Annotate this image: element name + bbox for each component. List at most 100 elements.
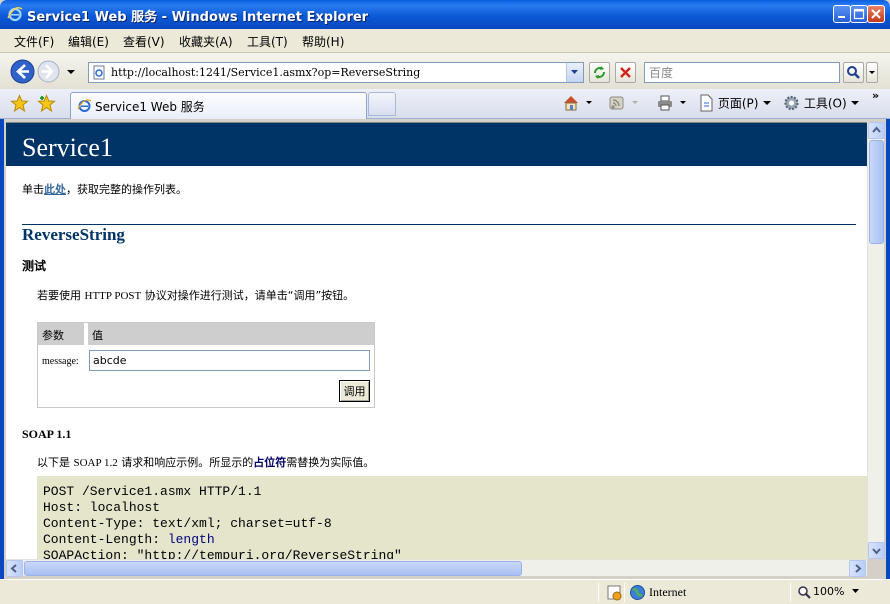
code-line: Content-Length: length (43, 532, 861, 548)
soap-desc-version: SOAP 1.2 (73, 457, 118, 469)
home-icon (564, 96, 578, 111)
protected-mode-icon[interactable] (606, 584, 623, 601)
print-icon (658, 95, 672, 111)
invoke-button[interactable]: 调用 (339, 380, 370, 402)
chevron-down-icon (571, 70, 578, 74)
new-tab-button[interactable] (368, 92, 396, 116)
test-heading: 测试 (22, 259, 47, 273)
feeds-icon (609, 96, 624, 110)
refresh-button[interactable] (589, 62, 610, 83)
menu-favorites[interactable]: 收藏夹(A) (179, 33, 233, 50)
parameter-table-header: 参数 值 (38, 323, 374, 345)
page-icon (93, 65, 105, 80)
search-icon (847, 66, 860, 79)
forward-icon[interactable] (37, 60, 60, 83)
operations-link[interactable]: 此处 (44, 183, 66, 196)
favorites-star-icon[interactable] (10, 94, 29, 113)
section-divider (22, 224, 856, 225)
feeds-button[interactable] (608, 94, 640, 112)
close-icon (871, 9, 881, 19)
code-line: SOAPAction: "http://tempuri.org/ReverseS… (43, 548, 402, 559)
operation-title: ReverseString (22, 225, 125, 244)
security-zone[interactable]: Internet (649, 585, 686, 600)
scroll-down-button[interactable] (868, 542, 885, 559)
tools-menu-button[interactable]: 工具(O) (783, 94, 860, 112)
print-button[interactable] (656, 94, 688, 112)
home-button[interactable] (562, 94, 594, 112)
chevron-up-icon (872, 126, 881, 133)
refresh-icon (594, 66, 605, 79)
header-divider (84, 323, 88, 345)
status-separator (598, 583, 599, 602)
parameter-form: 参数 值 message: 调用 (37, 322, 375, 408)
page-menu-button[interactable]: 页面(P) (698, 94, 772, 112)
menu-edit[interactable]: 编辑(E) (68, 33, 109, 50)
test-desc-protocol: HTTP POST (84, 290, 142, 302)
menu-file[interactable]: 文件(F) (14, 33, 54, 50)
code-line: Content-Type: text/xml; charset=utf-8 (43, 516, 332, 531)
search-input[interactable] (647, 64, 837, 81)
search-button[interactable] (843, 62, 864, 83)
scroll-left-button[interactable] (6, 560, 23, 577)
search-box[interactable] (644, 62, 840, 83)
intro-text: 单击此处，获取完整的操作列表。 (22, 181, 187, 197)
menu-tools[interactable]: 工具(T) (247, 33, 288, 50)
chevron-down-icon (631, 101, 638, 104)
address-dropdown-button[interactable] (566, 63, 583, 82)
chevron-right-icon (855, 564, 862, 573)
history-dropdown-icon[interactable] (66, 68, 76, 76)
page-menu-label: 页面(P) (717, 96, 759, 111)
message-label: message: (42, 356, 79, 367)
param-column-header: 参数 (42, 329, 64, 342)
soap-request-sample: POST /Service1.asmx HTTP/1.1 Host: local… (37, 476, 867, 559)
address-bar[interactable]: http://localhost:1241/Service1.asmx?op=R… (88, 62, 584, 83)
tools-menu-label: 工具(O) (803, 96, 847, 111)
chevron-left-icon (10, 564, 17, 573)
close-button[interactable] (867, 5, 885, 23)
menu-bar: 文件(F) 编辑(E) 查看(V) 收藏夹(A) 工具(T) 帮助(H) (0, 29, 890, 53)
back-icon[interactable] (10, 59, 35, 84)
title-bar: Service1 Web 服务 - Windows Internet Explo… (0, 0, 890, 29)
soap-desc-part3: 需替换为实际值。 (286, 456, 375, 469)
chevron-down-icon[interactable] (851, 588, 860, 595)
code-line: Host: localhost (43, 500, 161, 515)
message-input[interactable] (89, 350, 370, 371)
value-column-header: 值 (92, 329, 103, 342)
tab-service1[interactable]: Service1 Web 服务 (70, 92, 367, 119)
zoom-level[interactable]: 100% (813, 585, 844, 598)
horizontal-scrollbar[interactable] (6, 559, 867, 577)
code-placeholder: length (167, 532, 215, 547)
globe-icon (630, 585, 645, 600)
test-description: 若要使用 HTTP POST 协议对操作进行测试，请单击“调用”按钮。 (37, 287, 354, 303)
menu-help[interactable]: 帮助(H) (302, 33, 344, 50)
maximize-icon (853, 8, 865, 20)
window-title: Service1 Web 服务 - Windows Internet Explo… (27, 10, 369, 25)
chevron-down-icon (869, 71, 875, 74)
zoom-icon (798, 586, 811, 599)
vertical-scrollbar[interactable] (867, 122, 885, 559)
vertical-scroll-thumb[interactable] (869, 140, 884, 244)
scroll-up-button[interactable] (868, 122, 885, 139)
page-viewport: Service1 单击此处，获取完整的操作列表。 ReverseString 测… (6, 122, 867, 559)
minimize-button[interactable] (833, 5, 851, 23)
more-commands-button[interactable]: » (872, 89, 879, 102)
stop-button[interactable] (615, 62, 636, 83)
soap-desc-part2: 请求和响应示例。所显示的 (117, 456, 254, 469)
code-line: POST /Service1.asmx HTTP/1.1 (43, 484, 262, 499)
menu-view[interactable]: 查看(V) (123, 33, 165, 50)
code-text: Content-Length: (43, 532, 168, 547)
intro-prefix: 单击 (22, 183, 44, 196)
address-url[interactable]: http://localhost:1241/Service1.asmx?op=R… (111, 66, 420, 79)
test-desc-part1: 若要使用 (37, 289, 85, 302)
add-favorites-icon[interactable] (37, 94, 56, 113)
intro-suffix: ，获取完整的操作列表。 (66, 183, 187, 196)
test-desc-part2: 协议对操作进行测试，请单击“调用”按钮。 (141, 289, 355, 302)
horizontal-scroll-thumb[interactable] (24, 561, 522, 576)
search-options-button[interactable] (866, 62, 878, 83)
status-separator (624, 583, 625, 602)
gear-icon (784, 95, 799, 111)
soap-description: 以下是 SOAP 1.2 请求和响应示例。所显示的占位符需替换为实际值。 (37, 454, 374, 470)
chevron-down-icon (763, 101, 772, 105)
maximize-button[interactable] (850, 5, 868, 23)
scroll-right-button[interactable] (849, 560, 866, 577)
